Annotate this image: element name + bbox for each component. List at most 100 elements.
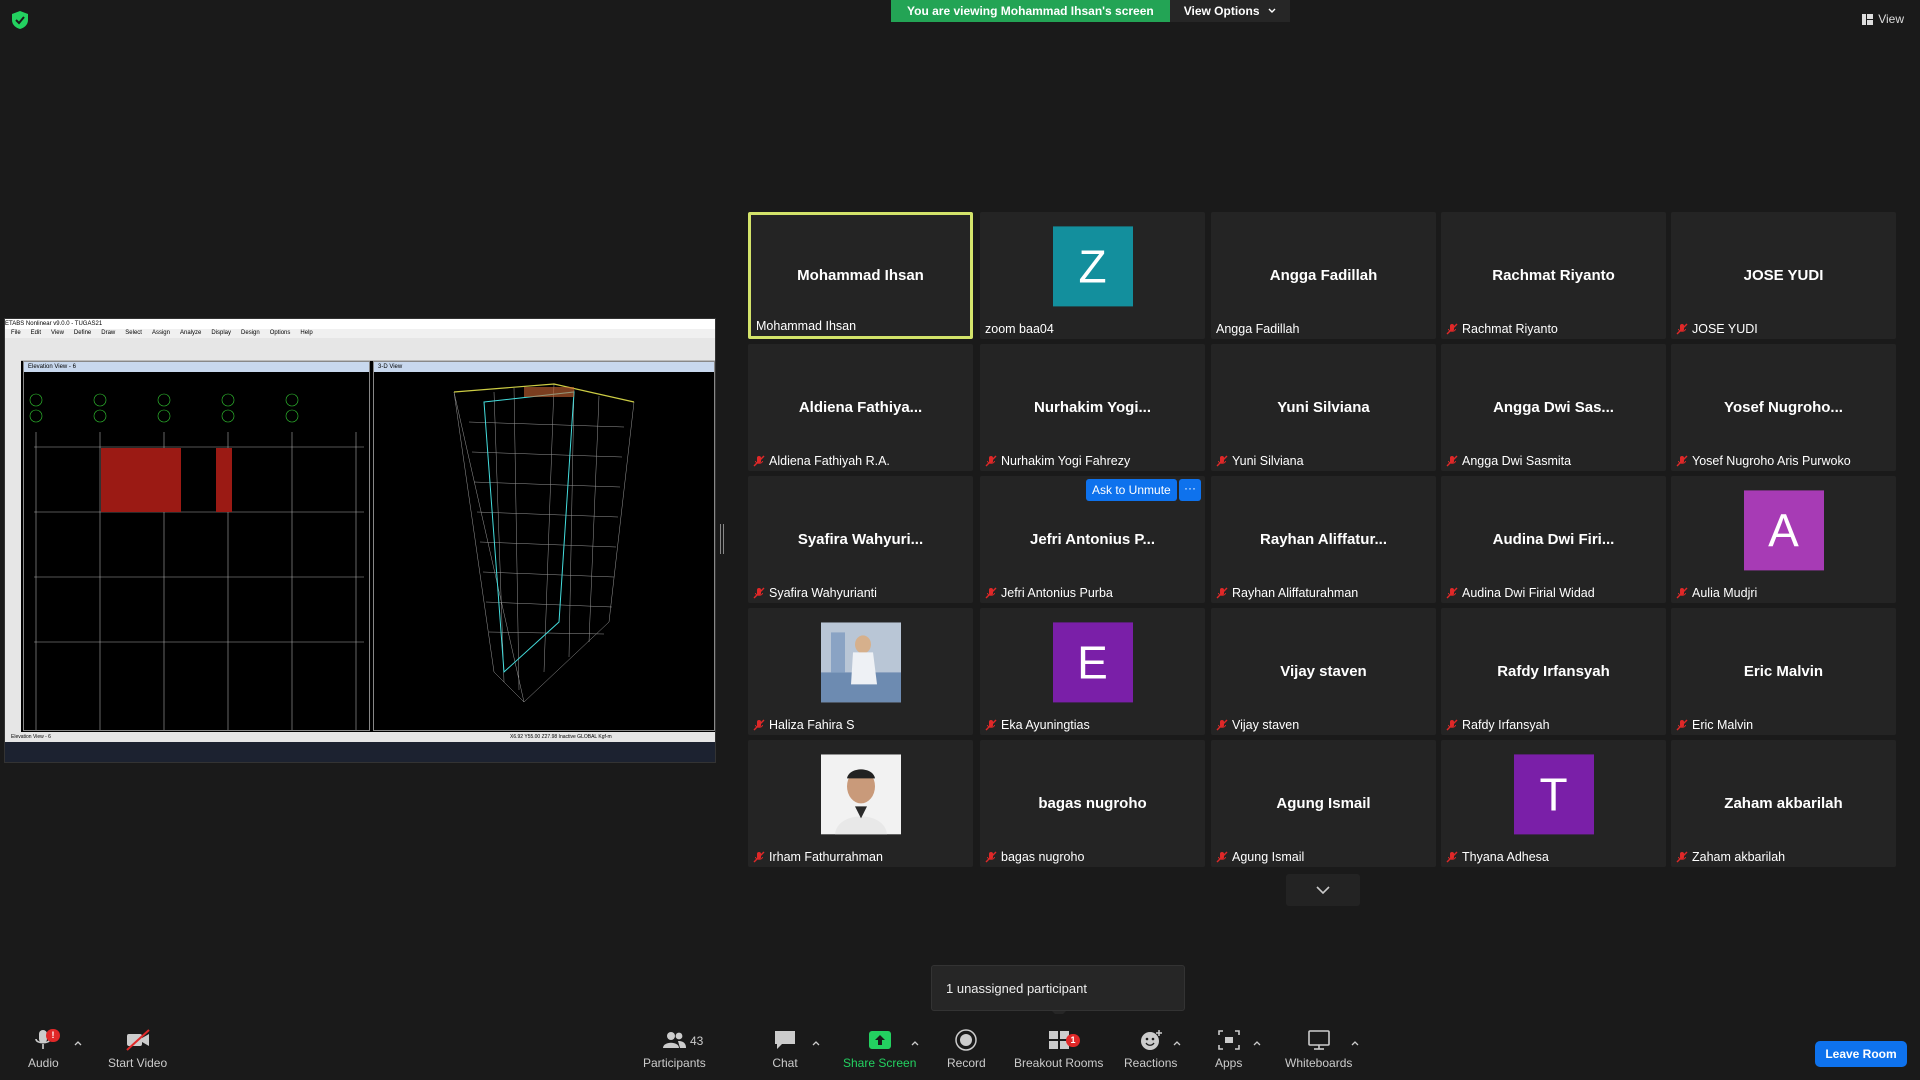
apps-button[interactable]: Apps [1215, 1028, 1242, 1070]
participant-tile[interactable]: Agung Ismail Agung Ismail [1211, 740, 1436, 867]
chevron-down-icon [1316, 886, 1330, 894]
participant-tile[interactable]: Aldiena Fathiya... Aldiena Fathiyah R.A. [748, 344, 973, 471]
breakout-rooms-label: Breakout Rooms [1014, 1056, 1104, 1070]
participant-tile[interactable]: bagas nugroho bagas nugroho [980, 740, 1205, 867]
participant-tile[interactable]: T Thyana Adhesa [1441, 740, 1666, 867]
participant-label-text: Zaham akbarilah [1692, 850, 1786, 864]
muted-microphone-icon [753, 455, 765, 467]
chat-caret-icon[interactable] [811, 1038, 821, 1048]
participant-display-name: Yosef Nugroho... [1724, 399, 1843, 416]
participant-tile[interactable]: Rachmat Riyanto Rachmat Riyanto [1441, 212, 1666, 339]
participant-tile[interactable]: Rayhan Aliffatur... Rayhan Aliffaturahman [1211, 476, 1436, 603]
participant-name-label: Rayhan Aliffaturahman [1216, 586, 1358, 600]
record-button[interactable]: Record [947, 1028, 986, 1070]
participant-tile[interactable]: E Eka Ayuningtias [980, 608, 1205, 735]
participant-label-text: Aulia Mudjri [1692, 586, 1758, 600]
whiteboards-caret-icon[interactable] [1350, 1038, 1360, 1048]
apps-caret-icon[interactable] [1252, 1038, 1262, 1048]
etabs-menu-item: Options [269, 330, 291, 336]
muted-microphone-icon [753, 587, 765, 599]
chat-icon [775, 1031, 795, 1049]
more-options-button[interactable]: ··· [1179, 479, 1201, 501]
participant-tile[interactable]: Zaham akbarilah Zaham akbarilah [1671, 740, 1896, 867]
scroll-down-button[interactable] [1286, 874, 1360, 906]
screen-share-banner: You are viewing Mohammad Ihsan's screen … [891, 0, 1290, 22]
elevation-view-pane: Elevation View - 6 [23, 361, 370, 731]
participant-name-label: Angga Fadillah [1216, 322, 1299, 336]
breakout-badge: 1 [1066, 1034, 1080, 1047]
participants-icon [663, 1032, 687, 1048]
chat-button[interactable]: Chat [772, 1028, 798, 1070]
participant-name-label: Irham Fathurrahman [753, 850, 883, 864]
participant-tile[interactable]: A Aulia Mudjri [1671, 476, 1896, 603]
participant-label-text: Aldiena Fathiyah R.A. [769, 454, 890, 468]
avatar: A [1743, 489, 1824, 570]
participant-tile[interactable]: Audina Dwi Firi... Audina Dwi Firial Wida… [1441, 476, 1666, 603]
participant-name-label: Nurhakim Yogi Fahrezy [985, 454, 1130, 468]
view-options-button[interactable]: View Options [1169, 0, 1290, 22]
participant-label-text: bagas nugroho [1001, 850, 1085, 864]
reactions-caret-icon[interactable] [1172, 1038, 1182, 1048]
muted-microphone-icon [1676, 455, 1688, 467]
participant-tile[interactable]: JOSE YUDI JOSE YUDI [1671, 212, 1896, 339]
windows-taskbar [5, 742, 715, 762]
etabs-menu-item: Define [73, 330, 92, 336]
3d-view-pane: 3-D View [373, 361, 715, 731]
participant-label-text: Rachmat Riyanto [1462, 322, 1558, 336]
participant-name-label: Aulia Mudjri [1676, 586, 1757, 600]
participant-tile[interactable]: Yosef Nugroho... Yosef Nugroho Aris Purwo… [1671, 344, 1896, 471]
share-screen-button[interactable]: Share Screen [843, 1028, 916, 1070]
participant-label-text: Jefri Antonius Purba [1001, 586, 1113, 600]
participant-label-text: Agung Ismail [1232, 850, 1305, 864]
participant-tile[interactable]: Angga Dwi Sas... Angga Dwi Sasmita [1441, 344, 1666, 471]
participant-display-name: Yuni Silviana [1277, 399, 1370, 416]
participant-display-name: Eric Malvin [1743, 663, 1824, 680]
participant-tile[interactable]: Zzoom baa04 [980, 212, 1205, 339]
participant-label-text: Angga Dwi Sasmita [1462, 454, 1572, 468]
participant-tile[interactable]: Yuni Silviana Yuni Silviana [1211, 344, 1436, 471]
participant-name-label: Jefri Antonius Purba [985, 586, 1113, 600]
participant-display-name: Zaham akbarilah [1724, 795, 1843, 812]
profile-photo [820, 621, 901, 702]
view-button[interactable]: View [1862, 12, 1904, 26]
splitter-handle[interactable] [720, 524, 724, 554]
avatar: E [1052, 621, 1133, 702]
participant-tile[interactable]: Vijay staven Vijay staven [1211, 608, 1436, 735]
participant-tile[interactable]: Irham Fathurrahman [748, 740, 973, 867]
reactions-button[interactable]: Reactions [1124, 1028, 1177, 1070]
shield-icon[interactable] [10, 10, 30, 30]
participant-tile[interactable]: Nurhakim Yogi... Nurhakim Yogi Fahrezy [980, 344, 1205, 471]
participant-tile[interactable]: Angga Fadillah Angga Fadillah [1211, 212, 1436, 339]
whiteboards-button[interactable]: Whiteboards [1285, 1028, 1352, 1070]
ask-to-unmute-button[interactable]: Ask to Unmute [1086, 479, 1177, 501]
etabs-side-toolbar [5, 360, 21, 742]
participant-tile[interactable]: Syafira Wahyuri... Syafira Wahyurianti [748, 476, 973, 603]
participant-name-label: JOSE YUDI [1676, 322, 1758, 336]
participant-name-label: Rafdy Irfansyah [1446, 718, 1550, 732]
participant-tile[interactable]: Haliza Fahira S [748, 608, 973, 735]
participant-name-label: bagas nugroho [985, 850, 1084, 864]
start-video-label: Start Video [108, 1056, 168, 1070]
start-video-button[interactable]: Start Video [108, 1028, 167, 1070]
participant-label-text: Eric Malvin [1692, 718, 1754, 732]
share-caret-icon[interactable] [910, 1038, 920, 1048]
leave-room-button[interactable]: Leave Room [1815, 1041, 1907, 1067]
whiteboards-label: Whiteboards [1285, 1056, 1353, 1070]
etabs-window-title: ETABS Nonlinear v9.0.0 - TUGAS21 [5, 319, 715, 329]
participant-tile[interactable]: Eric Malvin Eric Malvin [1671, 608, 1896, 735]
participant-tile[interactable]: Mohammad Ihsan Mohammad Ihsan [748, 212, 973, 339]
reactions-icon [1140, 1030, 1162, 1050]
participants-label: Participants [643, 1056, 706, 1070]
participant-label-text: JOSE YUDI [1692, 322, 1758, 336]
breakout-rooms-button[interactable]: Breakout Rooms [1014, 1028, 1103, 1070]
shared-screen[interactable]: ETABS Nonlinear v9.0.0 - TUGAS21 File Edi… [4, 318, 716, 763]
profile-photo [820, 753, 901, 834]
participant-label-text: Audina Dwi Firial Widad [1462, 586, 1595, 600]
participant-display-name: Nurhakim Yogi... [1034, 399, 1151, 416]
participant-name-label: Yosef Nugroho Aris Purwoko [1676, 454, 1851, 468]
participant-display-name: Angga Fadillah [1269, 267, 1378, 284]
participant-name-label: Rachmat Riyanto [1446, 322, 1558, 336]
audio-caret-icon[interactable] [73, 1038, 83, 1048]
muted-microphone-icon [1676, 323, 1688, 335]
participant-tile[interactable]: Rafdy Irfansyah Rafdy Irfansyah [1441, 608, 1666, 735]
